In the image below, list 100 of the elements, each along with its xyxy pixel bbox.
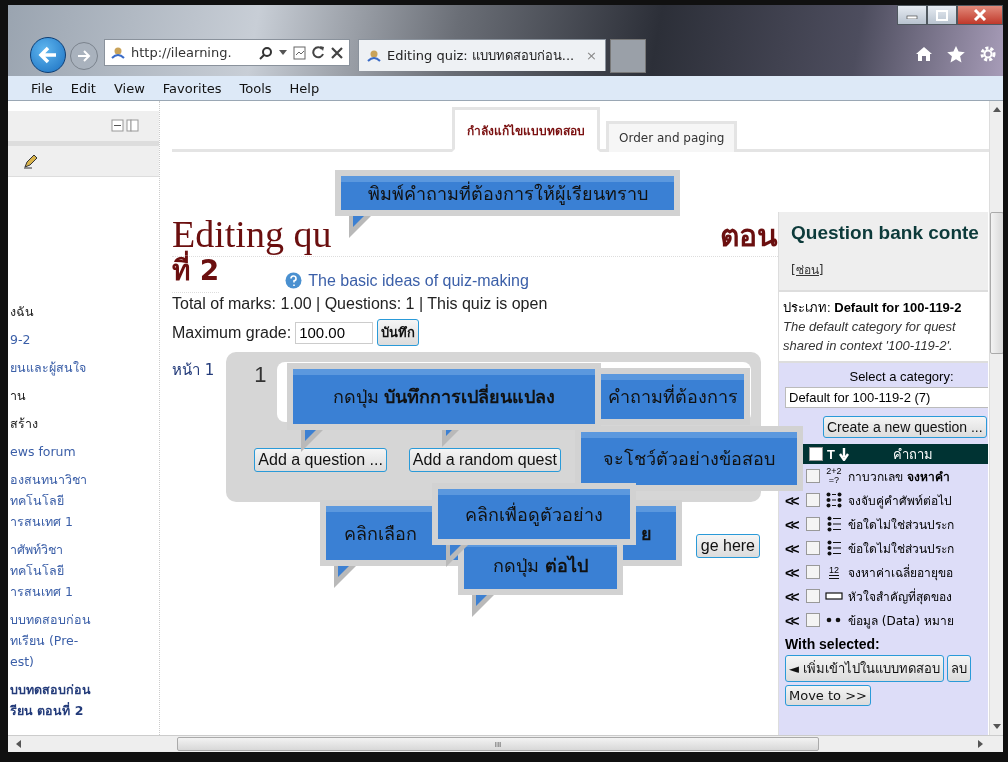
star-icon[interactable]	[947, 45, 965, 63]
row-checkbox[interactable]	[806, 613, 820, 627]
add-to-quiz-link[interactable]: <<	[785, 611, 803, 629]
tab-title: Editing quiz: แบบทดสอบก่อน...	[387, 47, 575, 65]
row-checkbox[interactable]	[806, 517, 820, 531]
compatibility-icon[interactable]	[293, 45, 306, 60]
menu-item[interactable]: Favorites	[153, 80, 231, 96]
multiple-choice-icon	[827, 540, 841, 556]
back-arrow-icon	[37, 44, 59, 66]
calculated-question-icon: 2+2 =?	[826, 467, 842, 485]
multiple-choice-icon	[827, 516, 841, 532]
maximize-button[interactable]	[927, 5, 957, 25]
refresh-icon[interactable]	[312, 46, 325, 59]
add-to-quiz-link[interactable]: <<	[785, 515, 803, 533]
scroll-down-icon[interactable]	[992, 724, 1001, 729]
add-to-quiz-link[interactable]: <<	[785, 563, 803, 581]
address-text: http://ilearning.	[131, 45, 233, 60]
menu-item[interactable]: File	[22, 80, 62, 96]
sidebar-link[interactable]: บบทดสอบก่อน รียน ตอนที่ 2	[8, 679, 159, 721]
site-icon	[367, 48, 381, 63]
move-to-button[interactable]: Move to >>	[785, 685, 871, 706]
scroll-right-icon[interactable]	[978, 740, 983, 748]
menu-item[interactable]: Help	[280, 80, 329, 96]
add-question-button[interactable]: Add a random quest	[408, 448, 561, 472]
scroll-grip: III	[494, 739, 502, 749]
close-icon	[973, 9, 987, 21]
sidebar-link[interactable]: บบทดสอบก่อน ทเรียน (Pre- est)	[8, 609, 159, 672]
search-icon[interactable]	[259, 45, 273, 60]
select-all-checkbox[interactable]	[809, 447, 823, 461]
callout-text: กดปุ่ม บันทึกการเปลี่ยนแปลง	[332, 383, 556, 410]
callout-tail	[349, 216, 371, 238]
scroll-left-icon[interactable]	[16, 740, 21, 748]
callout-tail	[472, 595, 494, 617]
callout-text: กดปุ่ม ต่อไป	[493, 553, 588, 579]
settings-icon[interactable]	[979, 45, 997, 63]
scroll-thumb[interactable]	[989, 212, 1003, 354]
sidebar-link[interactable]: 9-2	[8, 329, 159, 350]
category-select[interactable]: Default for 100-119-2 (7)	[785, 387, 988, 408]
browser-tab[interactable]: Editing quiz: แบบทดสอบก่อน... ×	[358, 39, 606, 71]
row-checkbox[interactable]	[806, 493, 820, 507]
column-header[interactable]: คำถาม	[892, 443, 933, 465]
sidebar-label: สร้าง	[9, 415, 39, 433]
address-bar[interactable]: http://ilearning.	[104, 39, 350, 66]
page-tab[interactable]: กำลังแก้ไขแบบทดสอบ	[452, 107, 600, 152]
add-question-button[interactable]: Add a question ...	[254, 448, 387, 472]
callout-text: คลิกเพื่อดูตัวอย่าง	[465, 501, 603, 528]
add-to-quiz-button[interactable]: ◄ เพิ่มเข้าไปในแบบทดสอบ	[785, 655, 945, 682]
sidebar-label: งฉัน	[9, 303, 35, 321]
pencil-icon[interactable]	[23, 153, 39, 169]
save-button[interactable]: บันทึก	[377, 319, 420, 346]
scroll-thumb[interactable]: III	[177, 737, 819, 751]
sidebar-link[interactable]: ยนและผู้สนใจ	[8, 357, 159, 378]
close-button[interactable]	[957, 5, 1003, 25]
back-button[interactable]	[30, 37, 66, 73]
horizontal-scrollbar[interactable]: III	[8, 735, 1003, 752]
row-checkbox[interactable]	[806, 541, 820, 555]
question-name: ข้อมูล (Data) หมาย	[848, 612, 954, 630]
question-name: ข้อใดไม่ใช่ส่วนประก	[848, 516, 954, 534]
minimize-button[interactable]	[897, 5, 927, 25]
home-icon[interactable]	[915, 46, 933, 62]
scroll-up-icon[interactable]	[992, 107, 1001, 112]
question-name: จงหาค่าเฉลี่ยอายุขอ	[848, 563, 953, 582]
menu-item[interactable]: Edit	[61, 80, 105, 96]
add-to-quiz-link[interactable]: <<	[785, 587, 803, 605]
help-icon[interactable]	[285, 272, 303, 289]
column-header[interactable]: T	[827, 446, 835, 462]
category-name: Default for 100-119-2	[834, 300, 962, 315]
callout-text: คำถามที่ต้องการ	[608, 383, 738, 409]
vertical-scrollbar[interactable]	[989, 101, 1003, 735]
page-tab[interactable]: Order and paging	[606, 121, 738, 152]
category-label: ประเภท:	[783, 300, 831, 315]
short-answer-icon	[825, 592, 843, 600]
help-link[interactable]: The basic ideas of quiz-making	[308, 272, 529, 290]
callout-text: คลิกเลือก	[344, 521, 417, 546]
category-description: The default category for quest	[783, 318, 957, 336]
grade-field[interactable]: 100.00	[295, 321, 374, 344]
forward-button[interactable]	[70, 42, 98, 70]
callout-text: ย	[641, 521, 652, 546]
callout-text: พิมพ์คำถามที่ต้องการให้ผู้เรียนทราบ	[367, 180, 648, 207]
sidebar-link[interactable]: าศัพท์วิชา ทคโนโลยี ารสนเทศ 1	[8, 539, 159, 602]
caret-icon[interactable]	[279, 49, 287, 56]
row-checkbox[interactable]	[806, 589, 820, 603]
question-name: ข้อใดไม่ใช่ส่วนประก	[848, 540, 954, 558]
sort-arrow-icon[interactable]	[838, 447, 849, 461]
question-name: หัวใจสำคัญที่สุดของ	[848, 587, 952, 606]
sidebar-label: าน	[9, 387, 27, 405]
create-question-button[interactable]: Create a new question ...	[823, 416, 987, 438]
row-checkbox[interactable]	[806, 565, 820, 579]
close-icon[interactable]	[331, 46, 343, 59]
menu-item[interactable]: View	[104, 80, 154, 96]
callout-text: จะโชว์ตัวอย่างข้อสอบ	[603, 447, 775, 471]
menu-item[interactable]: Tools	[230, 80, 281, 96]
page-button[interactable]: ge here	[695, 534, 760, 558]
sidebar-link[interactable]: องสนทนาวิชา ทคโนโลยี ารสนเทศ 1	[8, 469, 159, 532]
add-to-quiz-link[interactable]: <<	[785, 491, 803, 509]
sidebar-link[interactable]: ews forum	[8, 441, 159, 462]
hide-link[interactable]: [ซ่อน]	[791, 260, 824, 279]
add-to-quiz-link[interactable]: <<	[785, 539, 803, 557]
delete-button[interactable]: ลบ	[947, 655, 972, 682]
row-checkbox[interactable]	[806, 469, 820, 483]
